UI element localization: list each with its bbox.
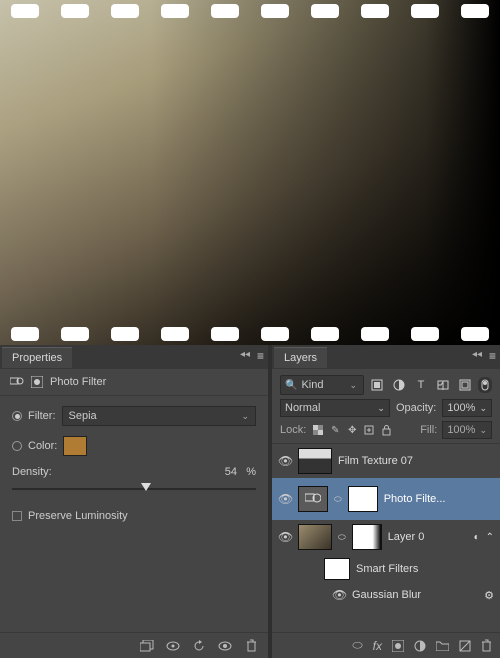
adjustment-icon: [10, 375, 24, 389]
layer-row[interactable]: 👁 Film Texture 07: [272, 444, 500, 478]
properties-panel: Properties ◂◂ ≡ Photo Filter Filter: Sep…: [0, 345, 268, 658]
filter-type-icon[interactable]: T: [412, 377, 430, 393]
color-label: Color:: [28, 440, 57, 452]
link-icon[interactable]: ⬭: [334, 494, 342, 505]
filter-smart-icon[interactable]: [456, 377, 474, 393]
expand-icon[interactable]: ⌃: [486, 532, 494, 543]
opacity-input[interactable]: 100% ⌄: [442, 399, 492, 417]
visibility-toggle-icon[interactable]: 👁: [278, 492, 292, 506]
adjustment-thumbnail[interactable]: [298, 486, 328, 512]
filter-name[interactable]: Gaussian Blur: [352, 589, 421, 601]
layer-mask[interactable]: [348, 486, 378, 512]
panel-menu-icon[interactable]: ≡: [489, 349, 496, 363]
film-sprockets-top: [0, 0, 500, 22]
visibility-toggle-icon[interactable]: 👁: [332, 588, 346, 602]
lock-artboard-icon[interactable]: [362, 423, 376, 437]
opacity-value: 100%: [447, 402, 475, 414]
layer-list: 👁 Film Texture 07 👁 ⬭ Photo Filte... 👁 ⬭…: [272, 444, 500, 632]
blend-mode-value: Normal: [285, 402, 320, 414]
color-swatch[interactable]: [63, 436, 87, 456]
new-group-icon[interactable]: [436, 640, 449, 651]
lock-position-icon[interactable]: ✥: [345, 423, 359, 437]
properties-tabbar: Properties ◂◂ ≡: [0, 345, 268, 369]
layers-footer: ⬭ fx: [272, 632, 500, 658]
reset-icon[interactable]: [192, 639, 206, 653]
visibility-icon[interactable]: [218, 639, 232, 653]
layer-row[interactable]: 👁 ⬭ Layer 0 ◐ ⌃: [272, 520, 500, 554]
chevron-down-icon: ⌄: [377, 403, 385, 414]
layer-filter-select[interactable]: 🔍 ⌄: [280, 375, 364, 395]
collapse-icon[interactable]: ◂◂: [240, 349, 250, 360]
density-slider[interactable]: [12, 482, 256, 496]
layers-tab[interactable]: Layers: [274, 347, 327, 368]
fill-value: 100%: [447, 424, 475, 436]
layer-mask[interactable]: [352, 524, 382, 550]
link-layers-icon[interactable]: ⬭: [352, 638, 362, 653]
properties-tab[interactable]: Properties: [2, 347, 72, 368]
visibility-toggle-icon[interactable]: 👁: [278, 454, 292, 468]
lock-label: Lock:: [280, 424, 306, 436]
filter-label: Filter:: [28, 410, 56, 422]
filter-value: Sepia: [69, 410, 97, 422]
filter-select[interactable]: Sepia ⌄: [62, 406, 257, 426]
chevron-down-icon: ⌄: [241, 411, 249, 422]
layer-name[interactable]: Film Texture 07: [338, 455, 413, 467]
collapse-icon[interactable]: ◂◂: [472, 349, 482, 360]
chevron-down-icon: ⌄: [349, 380, 357, 391]
add-mask-icon[interactable]: [392, 640, 404, 652]
smart-object-icon: ◐: [474, 532, 480, 543]
color-radio[interactable]: [12, 441, 22, 451]
document-canvas[interactable]: [0, 0, 500, 345]
preserve-luminosity-checkbox[interactable]: [12, 511, 22, 521]
layer-thumbnail[interactable]: [298, 524, 332, 550]
visibility-toggle-icon[interactable]: 👁: [278, 530, 292, 544]
adjustment-title: Photo Filter: [50, 376, 106, 388]
trash-icon[interactable]: [481, 639, 492, 652]
kind-input[interactable]: [301, 379, 345, 391]
new-layer-icon[interactable]: [459, 640, 471, 652]
panel-menu-icon[interactable]: ≡: [257, 349, 264, 363]
mask-icon: [30, 375, 44, 389]
trash-icon[interactable]: [244, 639, 258, 653]
new-adjustment-icon[interactable]: [414, 640, 426, 652]
chevron-down-icon: ⌄: [479, 403, 487, 414]
filter-row[interactable]: 👁 Gaussian Blur ⚙: [272, 584, 500, 606]
properties-footer: [0, 632, 268, 658]
layer-thumbnail[interactable]: [298, 448, 332, 474]
layers-panel: Layers ◂◂ ≡ 🔍 ⌄ T: [272, 345, 500, 658]
view-previous-icon[interactable]: [166, 639, 180, 653]
blend-mode-select[interactable]: Normal ⌄: [280, 399, 390, 417]
search-icon: 🔍: [285, 380, 297, 391]
layer-row[interactable]: 👁 ⬭ Photo Filte...: [272, 478, 500, 520]
fill-input[interactable]: 100% ⌄: [442, 421, 492, 439]
filter-adjustment-icon[interactable]: [390, 377, 408, 393]
opacity-label: Opacity:: [396, 402, 436, 414]
filter-radio[interactable]: [12, 411, 22, 421]
density-unit: %: [246, 466, 256, 478]
density-label: Density:: [12, 466, 52, 478]
lock-all-icon[interactable]: [379, 423, 393, 437]
fill-label: Fill:: [420, 424, 437, 436]
film-sprockets-bottom: [0, 323, 500, 345]
smart-filters-row[interactable]: Smart Filters: [272, 554, 500, 584]
layer-name[interactable]: Layer 0: [388, 531, 425, 543]
filter-options-icon[interactable]: ⚙: [484, 589, 494, 602]
filter-shape-icon[interactable]: [434, 377, 452, 393]
properties-subheader: Photo Filter: [0, 369, 268, 396]
chevron-down-icon: ⌄: [479, 425, 487, 436]
layer-name[interactable]: Photo Filte...: [384, 493, 446, 505]
lock-transparency-icon[interactable]: [311, 423, 325, 437]
density-value[interactable]: 54: [225, 466, 237, 478]
link-icon[interactable]: ⬭: [338, 532, 346, 543]
filter-pixel-icon[interactable]: [368, 377, 386, 393]
layer-style-icon[interactable]: fx: [373, 639, 382, 653]
lock-pixels-icon[interactable]: ✎: [328, 423, 342, 437]
layer-name: Smart Filters: [356, 563, 418, 575]
layers-tabbar: Layers ◂◂ ≡: [272, 345, 500, 369]
preserve-luminosity-label: Preserve Luminosity: [28, 510, 128, 522]
filter-toggle-icon[interactable]: [478, 377, 492, 393]
clip-to-layer-icon[interactable]: [140, 639, 154, 653]
filter-mask[interactable]: [324, 558, 350, 580]
